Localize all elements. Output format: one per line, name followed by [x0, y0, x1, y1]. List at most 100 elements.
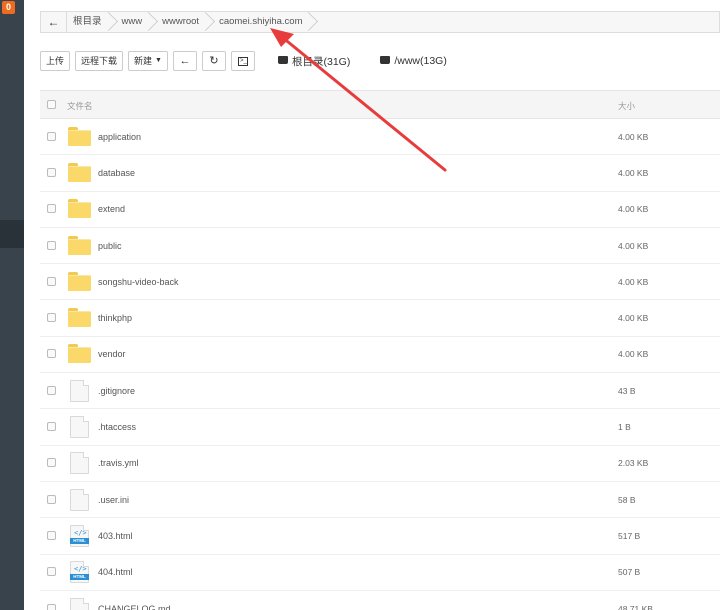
row-checkbox[interactable]	[47, 385, 56, 395]
row-checkbox[interactable]	[47, 313, 56, 323]
table-row[interactable]: thinkphp 4.00 KB	[40, 300, 720, 337]
file-size: 48.71 KB	[618, 603, 653, 610]
breadcrumb-item-www[interactable]: www	[112, 12, 153, 32]
file-name[interactable]: songshu-video-back	[98, 276, 179, 288]
file-size: 4.00 KB	[618, 313, 649, 324]
file-icon	[70, 488, 89, 511]
table-row[interactable]: database 4.00 KB	[40, 155, 720, 192]
html-file-icon: </> HTML	[70, 524, 89, 547]
table-row[interactable]: application 4.00 KB	[40, 119, 720, 156]
row-checkbox[interactable]	[47, 131, 56, 141]
breadcrumb-item-site[interactable]: caomei.shiyiha.com	[209, 12, 312, 32]
row-checkbox[interactable]	[47, 494, 56, 504]
file-name[interactable]: vendor	[98, 348, 126, 360]
row-checkbox[interactable]	[47, 349, 56, 359]
remote-download-button[interactable]: 远程下载	[75, 51, 124, 71]
file-size: 1 B	[618, 422, 631, 433]
table-row[interactable]: .user.ini 58 B	[40, 481, 720, 519]
disk-root-label: 根目录(31G)	[291, 55, 351, 68]
refresh-button[interactable]: ↻	[201, 51, 226, 71]
table-row[interactable]: .gitignore 43 B	[40, 373, 720, 410]
disk-www[interactable]: /www(13G)	[380, 55, 447, 67]
file-name[interactable]: database	[98, 167, 135, 179]
back-arrow-icon: ←	[179, 55, 191, 67]
file-size: 2.03 KB	[618, 458, 649, 469]
table-row[interactable]: extend 4.00 KB	[40, 191, 720, 228]
table-row[interactable]: CHANGELOG.md 48.71 KB	[40, 590, 720, 610]
breadcrumb-item-wwwroot[interactable]: wwwroot	[152, 12, 209, 32]
file-size: 4.00 KB	[618, 349, 649, 360]
caret-down-icon: ▼	[155, 57, 162, 64]
file-size: 507 B	[618, 567, 641, 578]
folder-icon	[68, 126, 91, 146]
table-row[interactable]: </> HTML 403.html 517 B	[40, 518, 720, 555]
file-icon	[70, 416, 89, 439]
back-button[interactable]: ←	[172, 51, 197, 71]
file-size: 4.00 KB	[618, 204, 649, 215]
file-size: 4.00 KB	[618, 276, 649, 287]
file-size: 517 B	[618, 530, 641, 541]
select-all-checkbox[interactable]	[47, 99, 56, 109]
table-row[interactable]: vendor 4.00 KB	[40, 336, 720, 374]
sidebar-active-item[interactable]	[0, 220, 24, 248]
file-name[interactable]: 404.html	[98, 566, 133, 578]
row-checkbox[interactable]	[47, 276, 56, 286]
breadcrumb: ← 根目录 www wwwroot caomei.shiyiha.com	[40, 11, 720, 33]
row-checkbox[interactable]	[47, 567, 56, 577]
new-button-label: 新建	[134, 56, 153, 66]
disk-root[interactable]: 根目录(31G)	[277, 54, 351, 69]
file-name[interactable]: .gitignore	[98, 385, 135, 397]
table-row[interactable]: .htaccess 1 B	[40, 409, 720, 446]
folder-icon	[68, 308, 91, 328]
table-row[interactable]: </> HTML 404.html 507 B	[40, 554, 720, 591]
table-header: 文件名 大小	[40, 91, 720, 119]
html-file-icon: </> HTML	[70, 561, 89, 584]
table-row[interactable]: songshu-video-back 4.00 KB	[40, 264, 720, 301]
folder-icon	[68, 235, 91, 255]
file-name[interactable]: 403.html	[98, 530, 133, 542]
file-manager: ← 根目录 www wwwroot caomei.shiyiha.com 上传 …	[24, 0, 720, 610]
folder-icon	[68, 162, 91, 182]
row-checkbox[interactable]	[47, 240, 56, 250]
file-icon	[70, 597, 89, 610]
file-size: 4.00 KB	[618, 167, 649, 178]
column-header-name[interactable]: 文件名	[67, 100, 93, 112]
table-body: application 4.00 KB database 4.00 KB extend 4…	[40, 119, 720, 610]
back-arrow-icon[interactable]: ←	[41, 12, 67, 32]
row-checkbox[interactable]	[47, 422, 56, 432]
terminal-button[interactable]: >_	[230, 51, 255, 71]
file-name[interactable]: .user.ini	[98, 494, 129, 506]
file-size: 4.00 KB	[618, 131, 649, 142]
table-row[interactable]: public 4.00 KB	[40, 227, 720, 265]
folder-icon	[68, 199, 91, 219]
column-header-size[interactable]: 大小	[618, 100, 635, 112]
disk-www-label: /www(13G)	[394, 55, 447, 67]
row-checkbox[interactable]	[47, 204, 56, 214]
row-checkbox[interactable]	[47, 167, 56, 177]
file-icon	[70, 452, 89, 475]
upload-button[interactable]: 上传	[40, 51, 71, 71]
notification-badge[interactable]: 0	[2, 1, 15, 14]
row-checkbox[interactable]	[47, 530, 56, 540]
table-row[interactable]: .travis.yml 2.03 KB	[40, 445, 720, 482]
folder-icon	[68, 344, 91, 364]
file-name[interactable]: public	[98, 240, 122, 252]
hard-drive-icon	[277, 56, 288, 64]
sidebar: 0	[0, 0, 24, 610]
file-name[interactable]: .travis.yml	[98, 457, 139, 469]
row-checkbox[interactable]	[47, 603, 56, 610]
file-icon	[70, 379, 89, 402]
file-name[interactable]: .htaccess	[98, 421, 136, 433]
file-size: 43 B	[618, 385, 636, 396]
breadcrumb-item-root[interactable]: 根目录	[67, 12, 112, 32]
new-dropdown-button[interactable]: 新建 ▼	[128, 51, 168, 71]
file-name[interactable]: extend	[98, 203, 125, 215]
file-table: 文件名 大小 application 4.00 KB database 4.00 KB…	[40, 90, 720, 610]
row-checkbox[interactable]	[47, 458, 56, 468]
file-name[interactable]: CHANGELOG.md	[98, 603, 171, 610]
file-name[interactable]: thinkphp	[98, 312, 132, 324]
hard-drive-icon	[380, 56, 391, 64]
file-size: 58 B	[618, 494, 636, 505]
file-size: 4.00 KB	[618, 240, 649, 251]
file-name[interactable]: application	[98, 131, 141, 143]
